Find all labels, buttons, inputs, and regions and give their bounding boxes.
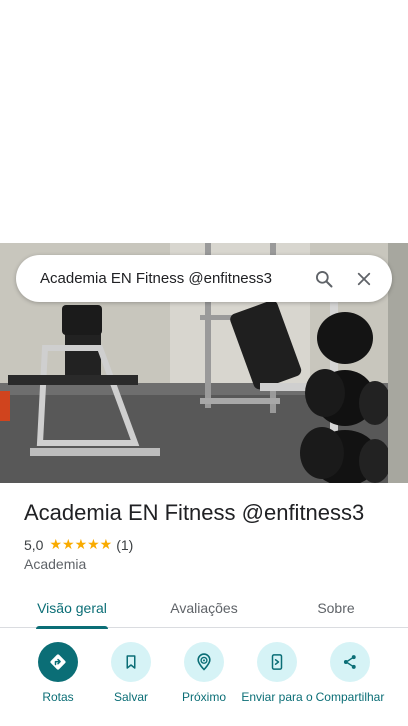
rating-row[interactable]: 5,0 ★★★★★ (1) — [24, 536, 133, 553]
search-bar[interactable]: Academia EN Fitness @enfitness3 — [16, 255, 392, 302]
place-tabs: Visão geral Avaliações Sobre — [0, 588, 408, 629]
directions-icon — [38, 642, 78, 682]
nearby-button[interactable]: Próximo — [164, 642, 244, 704]
send-to-phone-button[interactable]: Enviar para o — [237, 642, 317, 704]
place-title: Academia EN Fitness @enfitness3 — [24, 500, 365, 525]
search-icon[interactable] — [304, 259, 344, 299]
tab-label: Avaliações — [170, 600, 238, 616]
nearby-icon — [184, 642, 224, 682]
tab-label: Visão geral — [37, 600, 107, 616]
active-tab-indicator — [36, 626, 108, 629]
place-category[interactable]: Academia — [24, 556, 86, 572]
send-to-phone-icon — [257, 642, 297, 682]
bookmark-icon — [111, 642, 151, 682]
tab-label: Sobre — [317, 600, 355, 616]
star-rating-icon: ★★★★★ — [49, 536, 113, 552]
tab-overview[interactable]: Visão geral — [20, 588, 124, 629]
rating-value: 5,0 — [24, 536, 44, 553]
action-label: Rotas — [42, 690, 74, 704]
share-button[interactable]: Compartilhar — [310, 642, 390, 704]
close-icon[interactable] — [344, 259, 384, 299]
tab-reviews[interactable]: Avaliações — [152, 588, 256, 628]
search-input[interactable]: Academia EN Fitness @enfitness3 — [40, 270, 304, 287]
action-buttons: Rotas Salvar Próximo Enviar para o Compa… — [0, 642, 408, 726]
action-label: Salvar — [113, 690, 148, 704]
tab-about[interactable]: Sobre — [284, 588, 388, 628]
action-label: Compartilhar — [315, 690, 385, 704]
save-button[interactable]: Salvar — [91, 642, 171, 704]
action-label: Enviar para o — [241, 690, 313, 704]
review-count[interactable]: (1) — [116, 537, 133, 553]
action-label: Próximo — [181, 690, 226, 704]
map-blank-area — [0, 0, 408, 243]
share-icon — [330, 642, 370, 682]
directions-button[interactable]: Rotas — [18, 642, 98, 704]
